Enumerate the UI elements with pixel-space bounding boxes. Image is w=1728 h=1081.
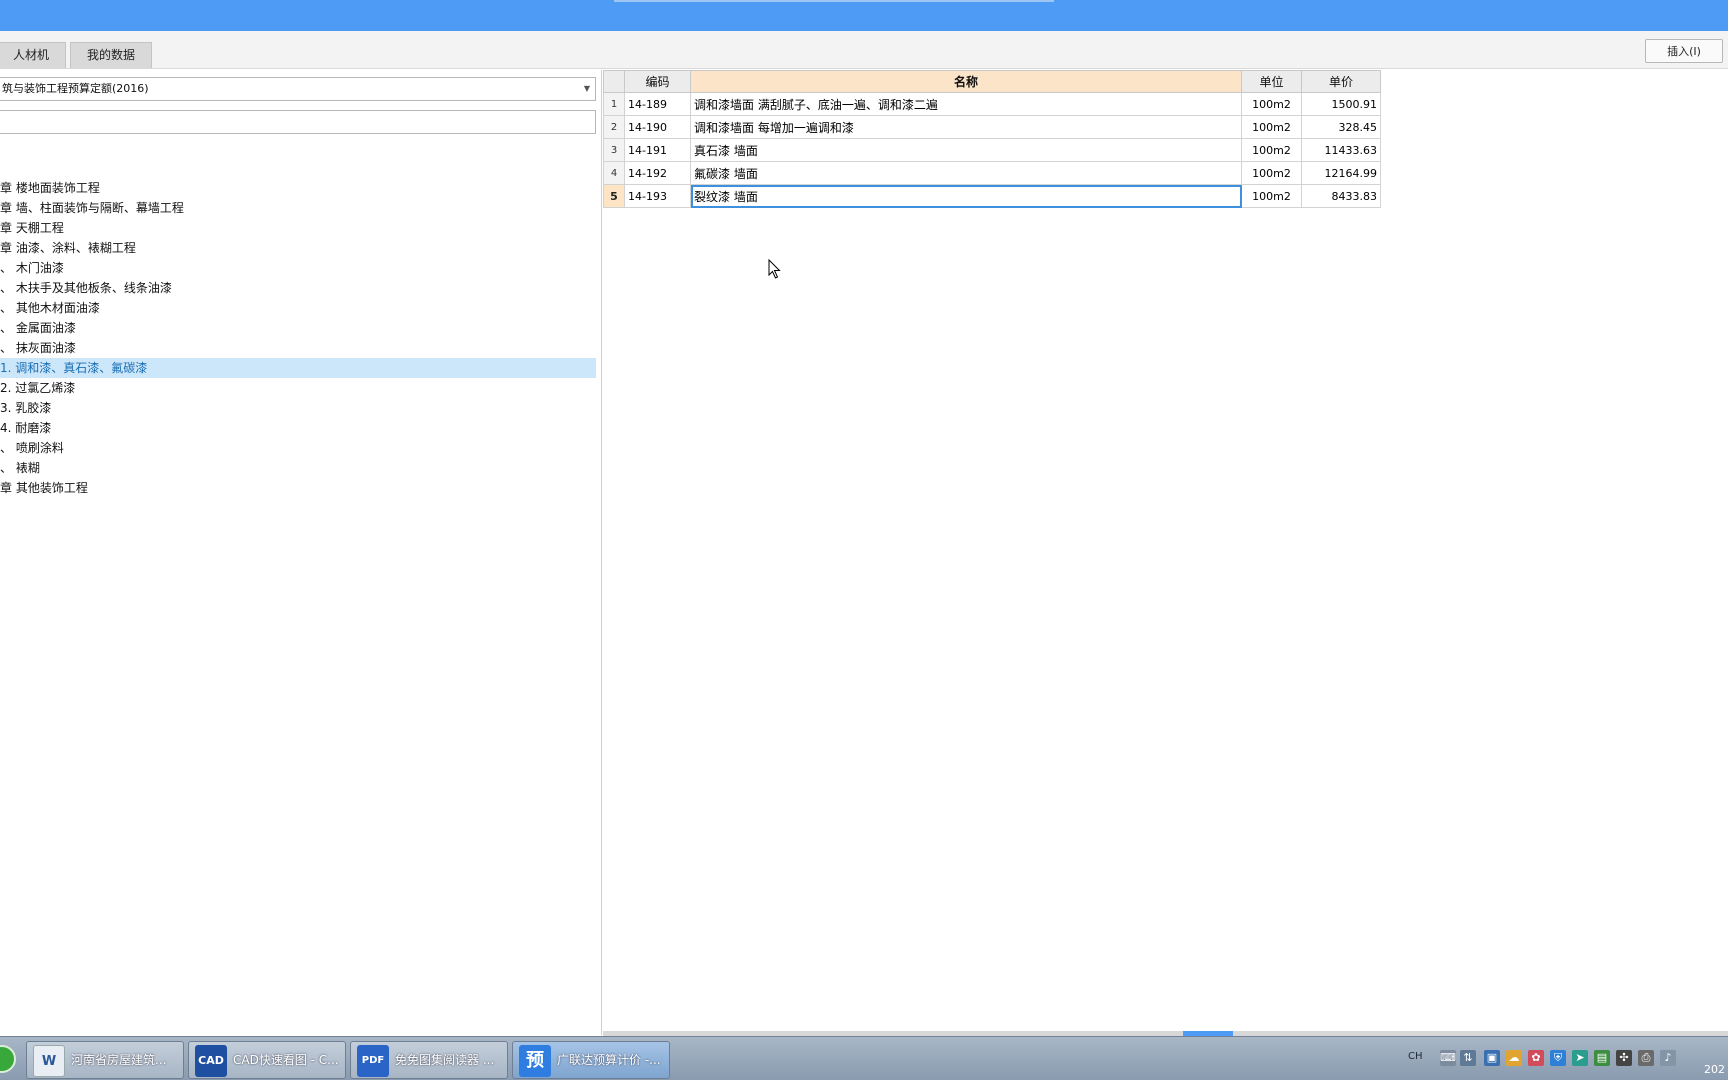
tree-item[interactable]: 章 其他装饰工程 bbox=[0, 478, 596, 498]
cad-icon: CAD bbox=[195, 1045, 227, 1077]
network-icon[interactable]: ⇅ bbox=[1460, 1050, 1476, 1066]
cell-name[interactable]: 调和漆墙面 每增加一遍调和漆 bbox=[690, 115, 1242, 139]
chapter-tree: 章 楼地面装饰工程 章 墙、柱面装饰与隔断、幕墙工程 章 天棚工程 章 油漆、涂… bbox=[0, 178, 596, 498]
tab-my-data[interactable]: 我的数据 bbox=[70, 42, 152, 68]
titlebar-search-slot bbox=[614, 0, 1054, 2]
taskbar-item-word-doc[interactable]: W 河南省房屋建筑... bbox=[26, 1041, 184, 1079]
header-code[interactable]: 编码 bbox=[624, 70, 691, 93]
input-language-indicator[interactable]: CH bbox=[1408, 1051, 1423, 1062]
row-number[interactable]: 5 bbox=[603, 184, 625, 208]
quota-library-select-value: 筑与装饰工程预算定额(2016) bbox=[2, 82, 149, 95]
cell-price[interactable]: 12164.99 bbox=[1301, 161, 1381, 185]
table-header-row: 编码 名称 单位 单价 bbox=[603, 70, 1381, 93]
volume-icon[interactable]: ♪ bbox=[1660, 1050, 1676, 1066]
cell-code[interactable]: 14-191 bbox=[624, 138, 691, 162]
header-price[interactable]: 单价 bbox=[1301, 70, 1381, 93]
row-number[interactable]: 3 bbox=[603, 138, 625, 162]
taskbar-item-label: 免免图集阅读器 ... bbox=[395, 1053, 495, 1067]
quota-items-pane: 编码 名称 单位 单价 1 14-189 调和漆墙面 满刮腻子、底油一遍、调和漆… bbox=[603, 70, 1728, 1035]
fan-icon[interactable]: ✣ bbox=[1616, 1050, 1632, 1066]
chevron-down-icon[interactable]: ▼ bbox=[584, 78, 590, 100]
cell-unit[interactable]: 100m2 bbox=[1241, 115, 1302, 139]
search-input[interactable] bbox=[0, 110, 596, 134]
row-number[interactable]: 2 bbox=[603, 115, 625, 139]
cell-unit[interactable]: 100m2 bbox=[1241, 138, 1302, 162]
windows-taskbar: W 河南省房屋建筑... CAD CAD快速看图 - C... PDF 免免图集… bbox=[0, 1036, 1728, 1080]
flower-icon[interactable]: ✿ bbox=[1528, 1050, 1544, 1066]
mouse-cursor-icon bbox=[768, 259, 781, 279]
table-row[interactable]: 2 14-190 调和漆墙面 每增加一遍调和漆 100m2 328.45 bbox=[603, 115, 1381, 139]
system-tray: CH ⌨ ⇅ ▣ ☁ ✿ ⛨ ➤ ▤ ✣ ⎙ ♪ 202 bbox=[1408, 1037, 1728, 1081]
tree-item[interactable]: 、 喷刷涂料 bbox=[0, 438, 596, 458]
taskbar-item-label: 广联达预算计价 -... bbox=[557, 1053, 661, 1067]
tree-item[interactable]: 、 裱糊 bbox=[0, 458, 596, 478]
keyboard-icon[interactable]: ⌨ bbox=[1440, 1050, 1456, 1066]
tree-item[interactable]: 3. 乳胶漆 bbox=[0, 398, 596, 418]
table-row-current[interactable]: 5 14-193 裂纹漆 墙面 100m2 8433.83 bbox=[603, 184, 1381, 208]
header-rownum bbox=[603, 70, 625, 93]
start-button-icon[interactable] bbox=[0, 1045, 16, 1073]
tree-item[interactable]: 2. 过氯乙烯漆 bbox=[0, 378, 596, 398]
tree-item[interactable]: 章 天棚工程 bbox=[0, 218, 596, 238]
tree-item[interactable]: 、 抹灰面油漆 bbox=[0, 338, 596, 358]
tab-bar: 人材机 我的数据 插入(I) bbox=[0, 31, 1728, 69]
taskbar-item-pdf-reader[interactable]: PDF 免免图集阅读器 ... bbox=[350, 1041, 508, 1079]
tree-item[interactable]: 、 木门油漆 bbox=[0, 258, 596, 278]
cell-unit[interactable]: 100m2 bbox=[1241, 161, 1302, 185]
cell-code[interactable]: 14-192 bbox=[624, 161, 691, 185]
taskbar-item-label: CAD快速看图 - C... bbox=[233, 1053, 339, 1067]
word-doc-icon: W bbox=[33, 1045, 65, 1077]
taskbar-item-cad[interactable]: CAD CAD快速看图 - C... bbox=[188, 1041, 346, 1079]
yu-app-icon: 预 bbox=[519, 1045, 551, 1077]
cloud-icon[interactable]: ☁ bbox=[1506, 1050, 1522, 1066]
tree-item[interactable]: 4. 耐磨漆 bbox=[0, 418, 596, 438]
cell-name[interactable]: 调和漆墙面 满刮腻子、底油一遍、调和漆二遍 bbox=[690, 92, 1242, 116]
bird-icon[interactable]: ➤ bbox=[1572, 1050, 1588, 1066]
window-titlebar[interactable] bbox=[0, 0, 1728, 31]
printer-icon[interactable]: ⎙ bbox=[1638, 1050, 1654, 1066]
cell-name-focused[interactable]: 裂纹漆 墙面 bbox=[690, 184, 1242, 208]
row-number[interactable]: 4 bbox=[603, 161, 625, 185]
cell-code[interactable]: 14-189 bbox=[624, 92, 691, 116]
clock[interactable]: 202 bbox=[1704, 1063, 1725, 1076]
cell-price[interactable]: 11433.63 bbox=[1301, 138, 1381, 162]
cell-unit[interactable]: 100m2 bbox=[1241, 92, 1302, 116]
cell-name[interactable]: 真石漆 墙面 bbox=[690, 138, 1242, 162]
table-row[interactable]: 1 14-189 调和漆墙面 满刮腻子、底油一遍、调和漆二遍 100m2 150… bbox=[603, 92, 1381, 116]
cell-price[interactable]: 8433.83 bbox=[1301, 184, 1381, 208]
taskbar-item-label: 河南省房屋建筑... bbox=[71, 1053, 167, 1067]
tree-item[interactable]: 章 楼地面装饰工程 bbox=[0, 178, 596, 198]
cell-code[interactable]: 14-193 bbox=[624, 184, 691, 208]
tab-labor-material-machine[interactable]: 人材机 bbox=[0, 42, 66, 68]
taskbar-item-glodon-budget[interactable]: 预 广联达预算计价 -... bbox=[512, 1041, 670, 1079]
insert-button[interactable]: 插入(I) bbox=[1645, 39, 1723, 63]
cell-price[interactable]: 1500.91 bbox=[1301, 92, 1381, 116]
tree-item[interactable]: 、 金属面油漆 bbox=[0, 318, 596, 338]
header-name[interactable]: 名称 bbox=[690, 70, 1242, 93]
header-unit[interactable]: 单位 bbox=[1241, 70, 1302, 93]
table-row[interactable]: 3 14-191 真石漆 墙面 100m2 11433.63 bbox=[603, 138, 1381, 162]
tree-item-selected[interactable]: 1. 调和漆、真石漆、氟碳漆 bbox=[0, 358, 596, 378]
quota-items-table: 编码 名称 单位 单价 1 14-189 调和漆墙面 满刮腻子、底油一遍、调和漆… bbox=[603, 70, 1381, 208]
tree-item[interactable]: 章 油漆、涂料、裱糊工程 bbox=[0, 238, 596, 258]
pdf-reader-icon: PDF bbox=[357, 1045, 389, 1077]
tree-item[interactable]: 、 木扶手及其他板条、线条油漆 bbox=[0, 278, 596, 298]
monitor-icon[interactable]: ▤ bbox=[1594, 1050, 1610, 1066]
cell-name[interactable]: 氟碳漆 墙面 bbox=[690, 161, 1242, 185]
cell-code[interactable]: 14-190 bbox=[624, 115, 691, 139]
quota-library-pane: 筑与装饰工程预算定额(2016) ▼ 章 楼地面装饰工程 章 墙、柱面装饰与隔断… bbox=[0, 70, 602, 1035]
cell-price[interactable]: 328.45 bbox=[1301, 115, 1381, 139]
app-tray-icon[interactable]: ▣ bbox=[1484, 1050, 1500, 1066]
tree-item[interactable]: 、 其他木材面油漆 bbox=[0, 298, 596, 318]
row-number[interactable]: 1 bbox=[603, 92, 625, 116]
cell-unit[interactable]: 100m2 bbox=[1241, 184, 1302, 208]
shield-icon[interactable]: ⛨ bbox=[1550, 1050, 1566, 1066]
quota-library-select[interactable]: 筑与装饰工程预算定额(2016) ▼ bbox=[0, 77, 596, 101]
table-row[interactable]: 4 14-192 氟碳漆 墙面 100m2 12164.99 bbox=[603, 161, 1381, 185]
tree-item[interactable]: 章 墙、柱面装饰与隔断、幕墙工程 bbox=[0, 198, 596, 218]
